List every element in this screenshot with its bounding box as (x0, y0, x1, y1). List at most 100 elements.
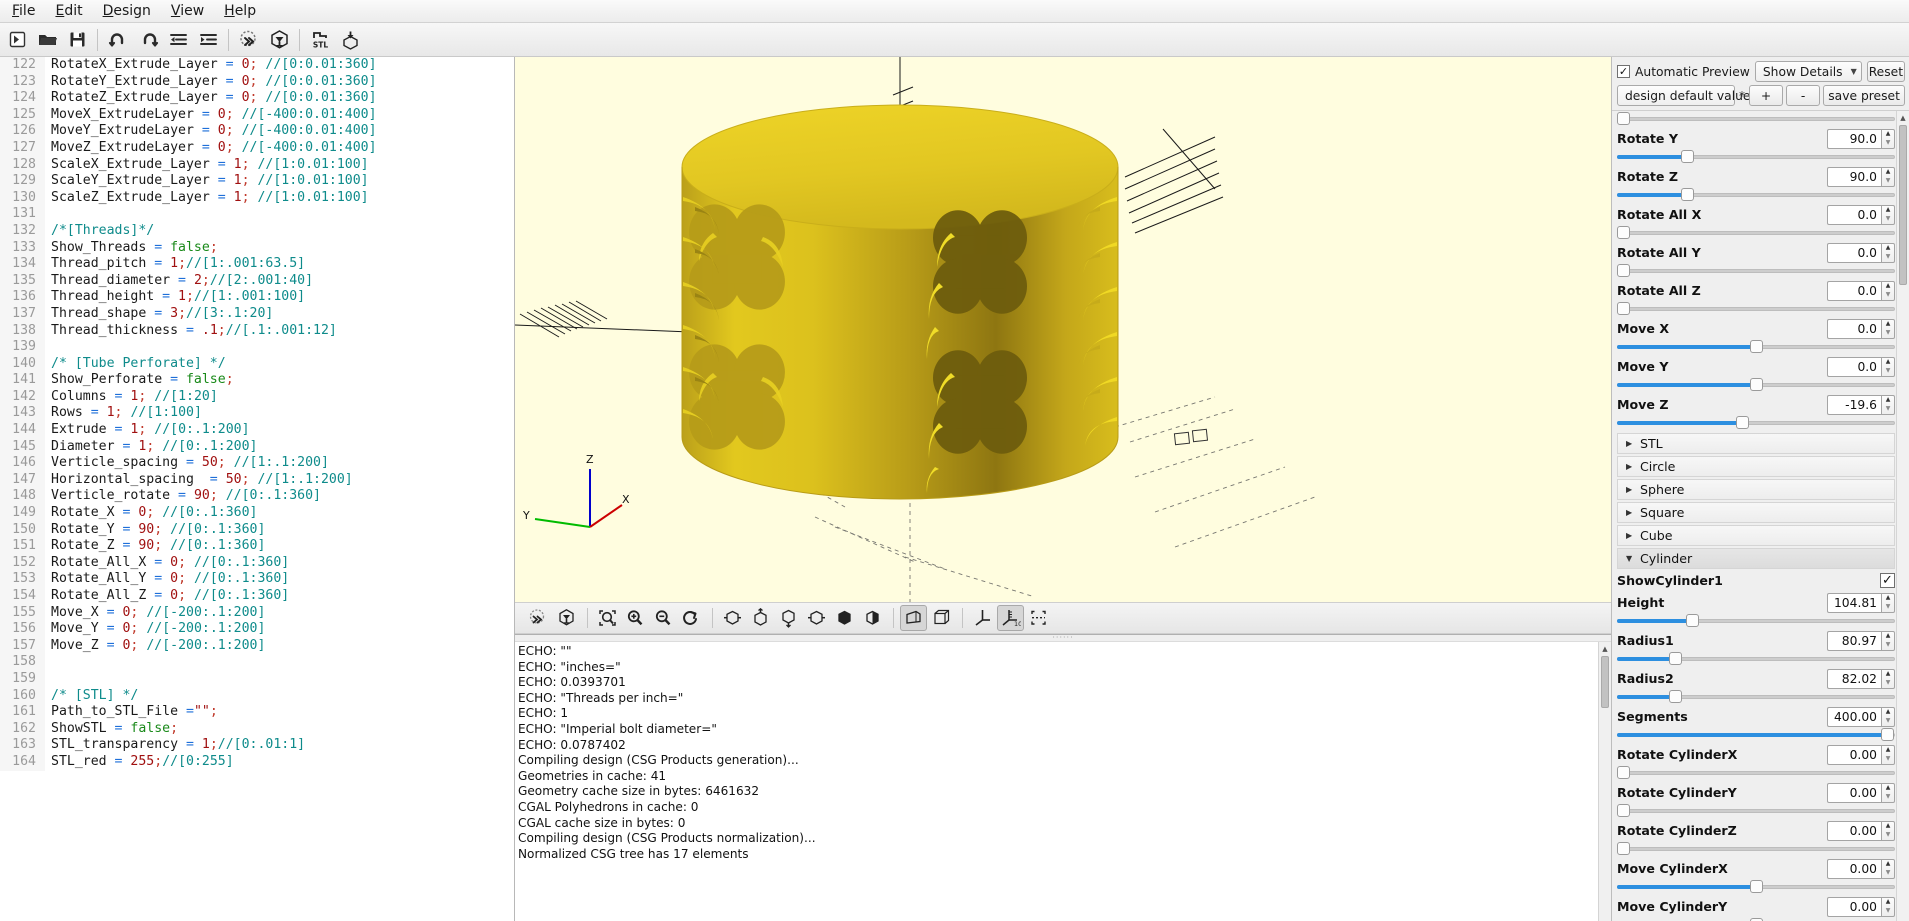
parameter-spinbox[interactable]: -19.6 ▲ ▼ (1827, 394, 1895, 415)
line-text[interactable]: ScaleX_Extrude_Layer = 1; //[1:0.01:100] (45, 157, 369, 174)
console-panel[interactable]: ······ ECHO: "" ECHO: "inches=" ECHO: 0.… (515, 634, 1611, 921)
code-line[interactable]: 150 Rotate_Y = 90; //[0:.1:360] (0, 521, 514, 539)
group-header-circle[interactable]: ▶ Circle (1617, 456, 1895, 477)
code-line[interactable]: 155 Move_X = 0; //[-200:.1:200] (0, 604, 514, 622)
slider-move-z[interactable] (1617, 416, 1895, 430)
scrollbar-thumb[interactable] (1601, 656, 1609, 708)
parameter-value[interactable]: 104.81 (1827, 592, 1881, 613)
code-line[interactable]: 158 (0, 654, 514, 671)
parameter-spinbox[interactable]: 0.00 ▲ ▼ (1827, 858, 1895, 879)
parameter-value[interactable]: 90.0 (1827, 166, 1881, 187)
parameter-spinbox[interactable]: 0.0 ▲ ▼ (1827, 280, 1895, 301)
line-text[interactable]: MoveX_ExtrudeLayer = 0; //[-400:0.01:400… (45, 107, 377, 124)
code-line[interactable]: 147 Horizontal_spacing = 50; //[1:.1:200] (0, 471, 514, 489)
code-line[interactable]: 157 Move_Z = 0; //[-200:.1:200] (0, 637, 514, 655)
parameter-spinbox[interactable]: 82.02 ▲ ▼ (1827, 668, 1895, 689)
line-text[interactable]: Extrude = 1; //[0:.1:200] (45, 422, 250, 439)
line-text[interactable]: Rows = 1; //[1:100] (45, 405, 202, 422)
line-text[interactable]: Show_Perforate = false; (45, 372, 234, 389)
spinner-up-icon[interactable]: ▲ (1882, 784, 1894, 793)
spinner-up-icon[interactable]: ▲ (1882, 632, 1894, 641)
spinner-buttons[interactable]: ▲ ▼ (1881, 166, 1895, 187)
slider-knob[interactable] (1750, 880, 1763, 893)
spinner-up-icon[interactable]: ▲ (1882, 396, 1894, 405)
view-top-icon[interactable] (747, 605, 774, 631)
render-icon[interactable] (264, 25, 294, 55)
spinner-down-icon[interactable]: ▼ (1882, 755, 1894, 764)
parameter-value[interactable]: 0.00 (1827, 858, 1881, 879)
render-icon[interactable] (553, 605, 580, 631)
parameter-value[interactable]: 0.0 (1827, 280, 1881, 301)
slider-rotate-cylinderx[interactable] (1616, 766, 1895, 780)
spinner-buttons[interactable]: ▲ ▼ (1881, 204, 1895, 225)
slider-knob[interactable] (1616, 226, 1630, 239)
parameter-value[interactable]: 0.0 (1827, 204, 1881, 225)
line-text[interactable]: Rotate_Y = 90; //[0:.1:360] (45, 522, 265, 539)
line-text[interactable]: Thread_height = 1;//[1:.001:100] (45, 289, 305, 306)
view-back-icon[interactable] (859, 605, 886, 631)
parameter-spinbox[interactable]: 0.0 ▲ ▼ (1827, 318, 1895, 339)
slider-segments[interactable] (1617, 728, 1895, 742)
code-editor[interactable]: 122 RotateX_Extrude_Layer = 0; //[0:0.01:… (0, 57, 515, 921)
code-line[interactable]: 138 Thread_thickness = .1;//[.1:.001:12] (0, 322, 514, 340)
code-line[interactable]: 125 MoveX_ExtrudeLayer = 0; //[-400:0.01:… (0, 106, 514, 124)
spinner-down-icon[interactable]: ▼ (1882, 253, 1894, 262)
line-text[interactable]: Move_X = 0; //[-200:.1:200] (45, 605, 265, 622)
spinner-down-icon[interactable]: ▼ (1882, 405, 1894, 414)
slider-rotate-y[interactable] (1617, 150, 1895, 164)
menu-item-view[interactable]: View (161, 1, 214, 22)
parameter-value[interactable]: 0.0 (1827, 356, 1881, 377)
slider-move-y[interactable] (1617, 378, 1895, 392)
zoom-in-icon[interactable] (622, 605, 649, 631)
menu-item-edit[interactable]: Edit (45, 1, 92, 22)
save-preset-button[interactable]: save preset (1823, 85, 1905, 106)
slider-move-x[interactable] (1617, 340, 1895, 354)
spinner-buttons[interactable]: ▲ ▼ (1881, 668, 1895, 689)
code-line[interactable]: 123 RotateY_Extrude_Layer = 0; //[0:0.01:… (0, 73, 514, 91)
parameter-spinbox[interactable]: 90.0 ▲ ▼ (1827, 128, 1895, 149)
zoom-fit-icon[interactable] (594, 605, 621, 631)
line-text[interactable]: Rotate_X = 0; //[0:.1:360] (45, 505, 257, 522)
slider-rotate-all-y[interactable] (1616, 264, 1895, 278)
code-line[interactable]: 140/* [Tube Perforate] */ (0, 355, 514, 373)
export-amf-icon[interactable] (335, 25, 365, 55)
code-line[interactable]: 164 STL_red = 255;//[0:255] (0, 753, 514, 771)
menu-item-file[interactable]: File (2, 1, 45, 22)
scroll-up-arrow[interactable]: ▲ (1897, 111, 1909, 124)
view-right-icon[interactable] (719, 605, 746, 631)
spinner-buttons[interactable]: ▲ ▼ (1881, 592, 1895, 613)
spinner-up-icon[interactable]: ▲ (1882, 244, 1894, 253)
slider-radius2[interactable] (1617, 690, 1895, 704)
spinner-down-icon[interactable]: ▼ (1882, 603, 1894, 612)
group-header-sphere[interactable]: ▶ Sphere (1617, 479, 1895, 500)
slider-partial-top[interactable] (1616, 112, 1895, 126)
code-line[interactable]: 134 Thread_pitch = 1;//[1:.001:63.5] (0, 256, 514, 273)
slider-knob[interactable] (1616, 842, 1630, 855)
code-line[interactable]: 160/* [STL] */ (0, 687, 514, 705)
parameter-value[interactable]: 400.00 (1827, 706, 1881, 727)
spinner-down-icon[interactable]: ▼ (1882, 329, 1894, 338)
slider-knob[interactable] (1616, 264, 1630, 277)
parameters-list[interactable]: Rotate Y 90.0 ▲ ▼ Rotate Z 90.0 ▲ ▼ Rotate All X… (1612, 110, 1909, 921)
code-line[interactable]: 127 MoveZ_ExtrudeLayer = 0; //[-400:0.01:… (0, 139, 514, 157)
code-line[interactable]: 154 Rotate_All_Z = 0; //[0:.1:360] (0, 588, 514, 605)
parameter-spinbox[interactable]: 90.0 ▲ ▼ (1827, 166, 1895, 187)
slider-knob[interactable] (1880, 728, 1894, 741)
spinner-down-icon[interactable]: ▼ (1882, 641, 1894, 650)
parameter-spinbox[interactable]: 0.00 ▲ ▼ (1827, 820, 1895, 841)
slider-rotate-z[interactable] (1617, 188, 1895, 202)
code-line[interactable]: 131 (0, 206, 514, 223)
spinner-down-icon[interactable]: ▼ (1882, 793, 1894, 802)
menu-item-help[interactable]: Help (214, 1, 266, 22)
slider-knob[interactable] (1616, 804, 1630, 817)
console-scrollbar[interactable]: ▲ (1598, 642, 1611, 921)
parameter-spinbox[interactable]: 0.00 ▲ ▼ (1827, 744, 1895, 765)
slider-knob[interactable] (1616, 766, 1630, 779)
spinner-buttons[interactable]: ▲ ▼ (1881, 782, 1895, 803)
slider-rotate-all-x[interactable] (1616, 226, 1895, 240)
line-text[interactable]: MoveY_ExtrudeLayer = 0; //[-400:0.01:400… (45, 123, 377, 140)
line-text[interactable]: ScaleY_Extrude_Layer = 1; //[1:0.01:100] (45, 173, 369, 190)
code-lines[interactable]: 122 RotateX_Extrude_Layer = 0; //[0:0.01:… (0, 57, 514, 771)
spinner-buttons[interactable]: ▲ ▼ (1881, 394, 1895, 415)
code-line[interactable]: 122 RotateX_Extrude_Layer = 0; //[0:0.01:… (0, 57, 514, 74)
